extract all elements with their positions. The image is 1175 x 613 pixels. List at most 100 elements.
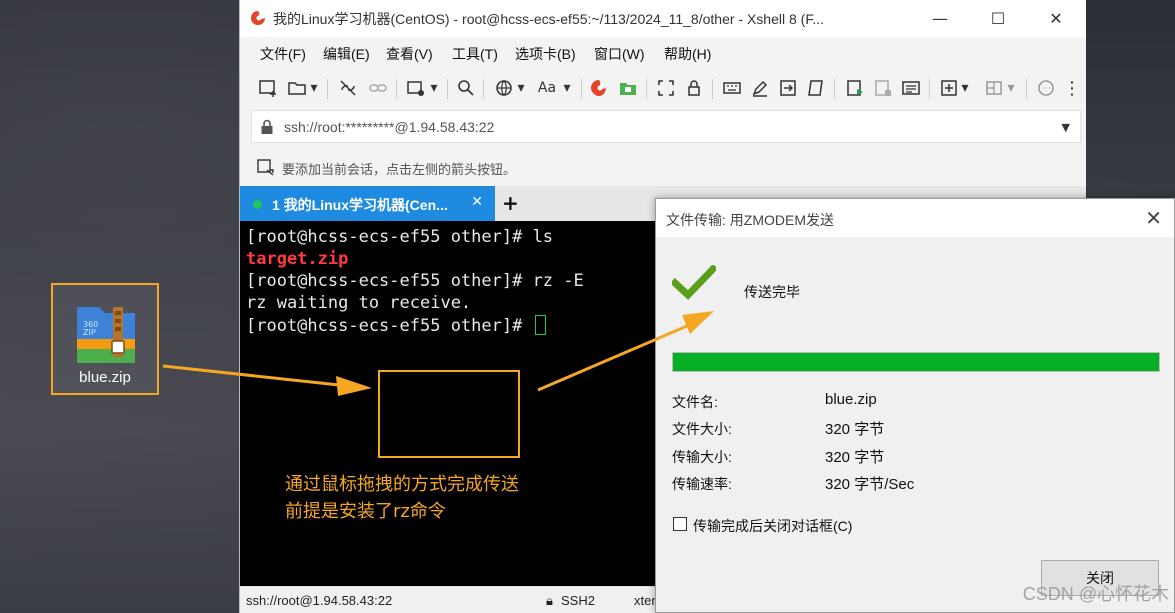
menu-file[interactable]: 文件(F) (260, 44, 306, 64)
dialog-close-icon[interactable]: ✕ (1145, 206, 1162, 230)
toolbar: ▾ ▾ ▾ Aa ▾ ▾ ▾ ⋮ (240, 70, 1086, 106)
menu-view[interactable]: 查看(V) (386, 44, 433, 64)
drop-target-highlight (378, 370, 520, 458)
dialog-title-bar[interactable]: 文件传输: 用ZMODEM发送 ✕ (656, 199, 1174, 237)
field-value-transfer-size: 320 字节 (825, 449, 885, 466)
address-dropdown-icon[interactable]: ▼ (1062, 121, 1070, 134)
link-icon[interactable] (366, 76, 390, 100)
chevron-down-icon[interactable]: ▾ (959, 76, 971, 100)
chat-icon[interactable] (1034, 76, 1058, 100)
transfer-status: 传送完毕 (744, 284, 800, 300)
terminal-cursor (534, 315, 546, 335)
terminal-line: target.zip (246, 249, 349, 269)
session-hint-bar: 要添加当前会话，点击左侧的箭头按钮。 (240, 150, 1086, 184)
terminal-line: rz waiting to receive. (246, 293, 472, 313)
highlight-pen-icon[interactable] (748, 76, 772, 100)
keyboard-icon[interactable] (720, 76, 744, 100)
toolbar-divider (447, 79, 448, 99)
status-terminal-type: xter (634, 593, 656, 608)
chevron-down-icon[interactable]: ▾ (515, 76, 527, 100)
field-label-filesize: 文件大小: (672, 421, 732, 437)
open-folder-icon[interactable] (285, 76, 309, 100)
new-session-icon[interactable] (256, 76, 280, 100)
close-on-complete-label[interactable]: 传输完成后关闭对话框(C) (693, 516, 852, 536)
field-label-filename: 文件名: (672, 394, 718, 410)
menu-help[interactable]: 帮助(H) (664, 44, 711, 64)
annotation-line-2: 前提是安装了rz命令 (285, 501, 446, 522)
address-input[interactable]: ssh://root:*********@1.94.58.43:22 (284, 119, 494, 135)
menu-window[interactable]: 窗口(W) (594, 44, 645, 64)
menu-tabs[interactable]: 选项卡(B) (515, 44, 576, 64)
toolbar-divider (483, 79, 484, 99)
session-hint-text: 要添加当前会话，点击左侧的箭头按钮。 (282, 162, 517, 177)
connected-status-dot (253, 200, 262, 209)
chevron-down-icon[interactable]: ▾ (308, 76, 320, 100)
field-value-transfer-rate: 320 字节/Sec (825, 476, 915, 493)
run-script-icon[interactable] (843, 76, 867, 100)
add-tab-icon[interactable] (937, 76, 961, 100)
terminal-line: [root@hcss-ecs-ef55 other]# rz -E (246, 271, 584, 291)
lock-icon[interactable] (682, 76, 706, 100)
xshell-logo-icon[interactable] (587, 76, 611, 100)
stop-script-icon[interactable] (871, 76, 895, 100)
menu-tools[interactable]: 工具(T) (452, 44, 498, 64)
new-tab-button[interactable]: + (502, 191, 519, 215)
chevron-down-icon[interactable]: ▾ (561, 76, 573, 100)
menu-edit[interactable]: 编辑(E) (323, 44, 370, 64)
status-connection: ssh://root@1.94.58.43:22 (246, 593, 393, 608)
chevron-down-icon[interactable]: ▾ (1005, 76, 1017, 100)
script-icon[interactable] (804, 76, 828, 100)
window-title: 我的Linux学习机器(CentOS) - root@hcss-ecs-ef55… (273, 11, 824, 27)
globe-icon[interactable] (492, 76, 516, 100)
xshell-app-icon (251, 11, 265, 25)
add-session-arrow-icon[interactable] (257, 158, 275, 176)
maximize-button[interactable]: ☐ (969, 0, 1027, 37)
csdn-watermark: CSDN @心怀花木 (1022, 584, 1169, 604)
send-to-icon[interactable] (776, 76, 800, 100)
chevron-down-icon[interactable]: ▾ (428, 76, 440, 100)
toolbar-divider (396, 79, 397, 99)
tab-label: 1 我的Linux学习机器(Cen... (272, 197, 448, 213)
font-button[interactable]: Aa (536, 76, 558, 100)
close-tab-icon[interactable]: ✕ (471, 194, 483, 210)
field-value-filesize: 320 字节 (825, 421, 885, 438)
fullscreen-icon[interactable] (654, 76, 678, 100)
toolbar-divider (327, 79, 328, 99)
log-icon[interactable] (899, 76, 923, 100)
terminal-prompt-line: [root@hcss-ecs-ef55 other]# (246, 315, 546, 336)
field-value-filename: blue.zip (825, 391, 877, 408)
status-lock-icon: 🔒︎ (546, 593, 553, 608)
field-label-transfer-size: 传输大小: (672, 449, 732, 465)
search-icon[interactable] (454, 76, 478, 100)
xftp-icon[interactable] (616, 76, 640, 100)
lock-icon (261, 119, 273, 134)
toolbar-divider (581, 79, 582, 99)
menu-bar: 文件(F) 编辑(E) 查看(V) 工具(T) 选项卡(B) 窗口(W) 帮助(… (240, 37, 1086, 67)
layout-icon[interactable] (982, 76, 1006, 100)
transfer-progress-bar (672, 352, 1160, 372)
more-options-icon[interactable]: ⋮ (1063, 76, 1081, 100)
toolbar-divider (712, 79, 713, 99)
field-label-transfer-rate: 传输速率: (672, 476, 732, 492)
progress-fill (673, 353, 1159, 371)
zmodem-transfer-dialog: 文件传输: 用ZMODEM发送 ✕ 传送完毕 文件名: blue.zip 文件大… (655, 198, 1175, 613)
desktop-file-blue-zip[interactable]: 360 ZIP blue.zip (51, 283, 159, 395)
dialog-title: 文件传输: 用ZMODEM发送 (666, 212, 834, 228)
disconnect-icon[interactable] (336, 76, 360, 100)
minimize-button[interactable]: — (911, 0, 969, 37)
tab-session-1[interactable]: 1 我的Linux学习机器(Cen... ✕ (240, 186, 495, 221)
zip-archive-icon: 360 ZIP (77, 307, 135, 363)
checkmark-icon (672, 265, 716, 300)
properties-icon[interactable] (404, 76, 428, 100)
close-window-button[interactable]: ✕ (1027, 0, 1085, 37)
desktop-file-label: blue.zip (79, 369, 131, 386)
toolbar-divider (1026, 79, 1027, 99)
address-bar[interactable]: ssh://root:*********@1.94.58.43:22 ▼ (251, 110, 1081, 143)
svg-text:ZIP: ZIP (83, 328, 96, 337)
toolbar-divider (834, 79, 835, 99)
title-bar[interactable]: 我的Linux学习机器(CentOS) - root@hcss-ecs-ef55… (240, 0, 1086, 37)
toolbar-divider (929, 79, 930, 99)
terminal-line: [root@hcss-ecs-ef55 other]# ls (246, 227, 554, 247)
close-on-complete-checkbox[interactable] (673, 517, 687, 531)
annotation-line-1: 通过鼠标拖拽的方式完成传送 (285, 474, 519, 495)
